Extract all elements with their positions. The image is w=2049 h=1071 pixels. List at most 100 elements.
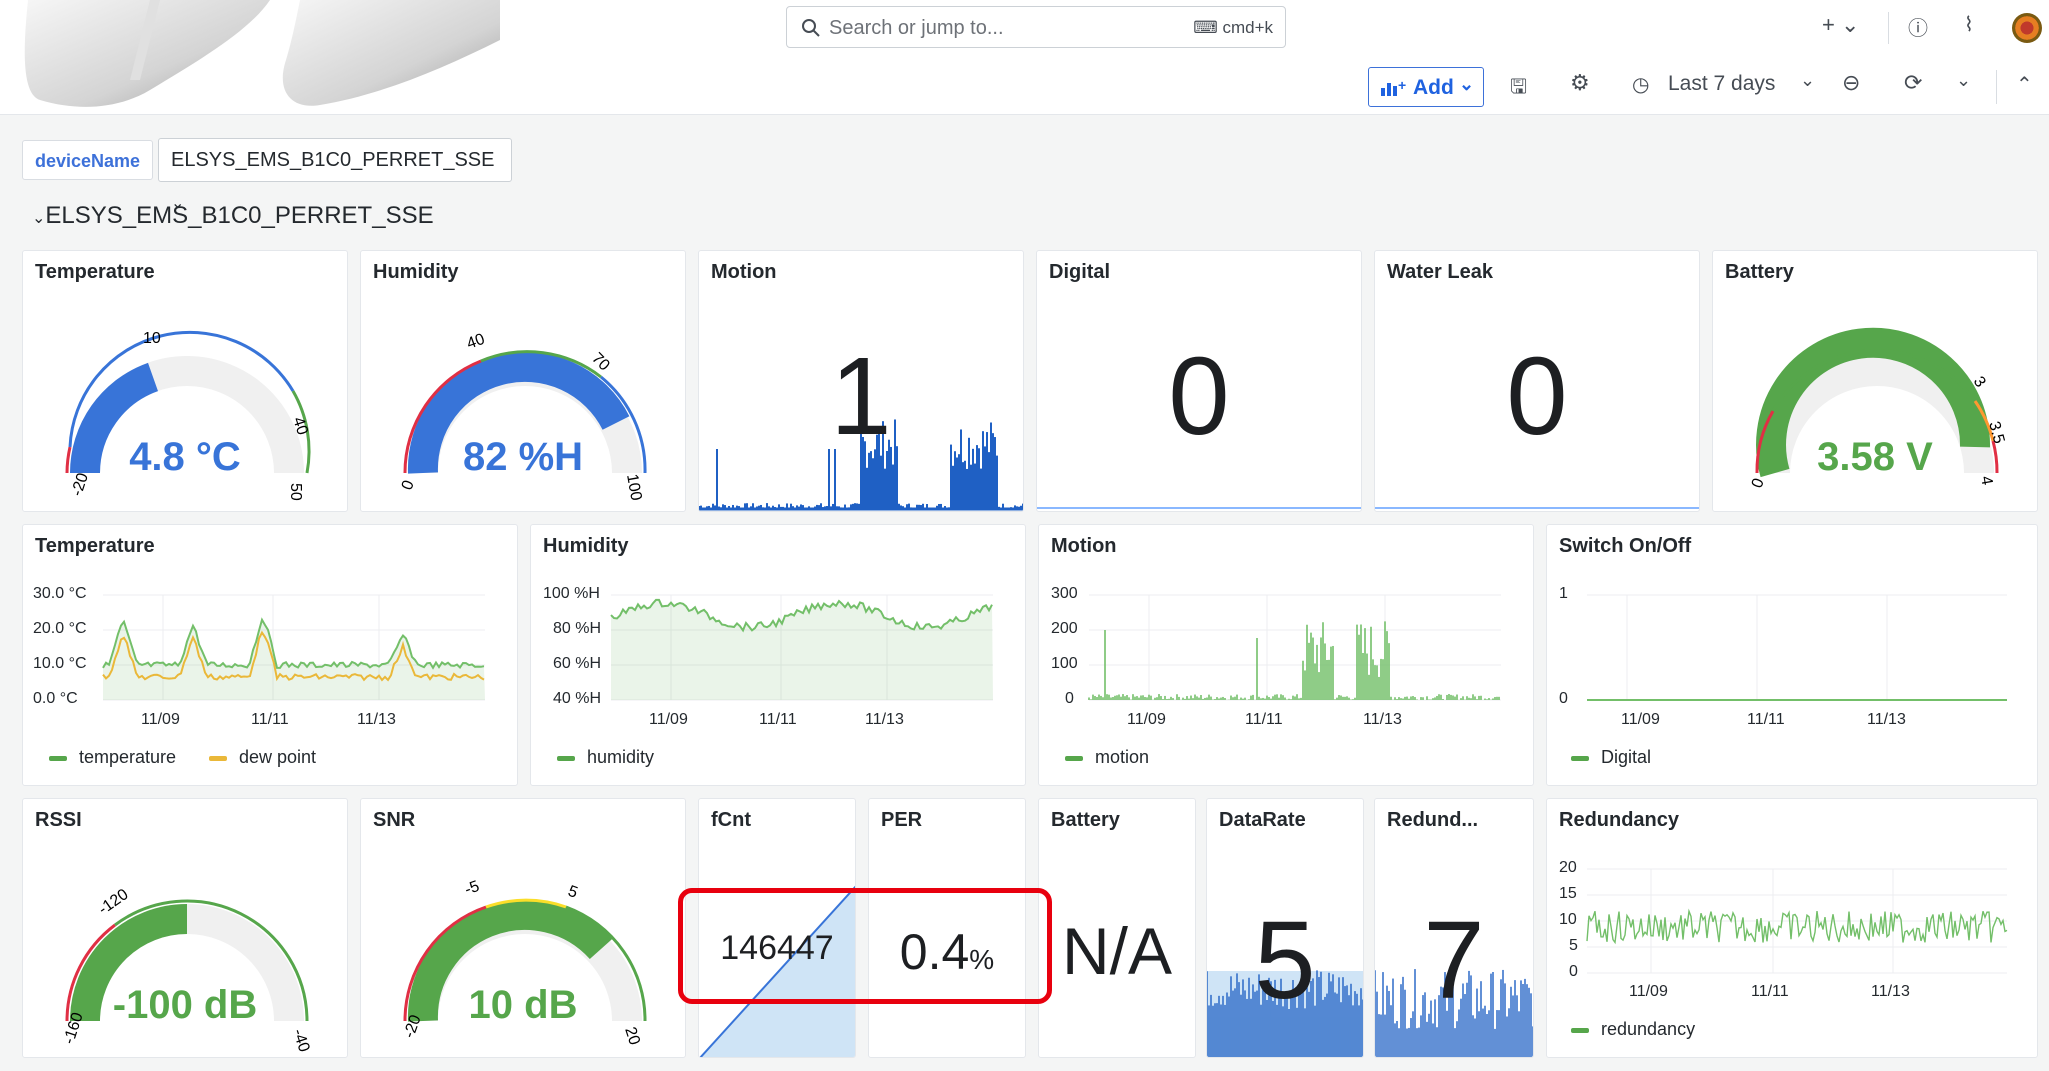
panel-title: Digital <box>1049 261 1111 283</box>
legend-item[interactable]: temperature <box>49 747 176 768</box>
panel-motion-stat[interactable]: Motion 1 <box>698 250 1024 512</box>
sparkline-baseline <box>1037 507 1361 509</box>
device-name-select[interactable]: ELSYS_EMS_B1C0_PERRET_SSE ⌄ <box>158 138 512 212</box>
panel-switch-timeseries[interactable]: Switch On/Off 1 0 11/09 11/11 11/13 Digi… <box>1546 524 2038 786</box>
clock-icon: ◷ <box>1632 74 1650 96</box>
x-tick: 11/13 <box>1363 711 1402 728</box>
variable-label: deviceName <box>22 140 154 180</box>
x-tick: 11/09 <box>1127 711 1166 728</box>
x-tick: 11/09 <box>649 711 688 728</box>
chevron-down-icon: ⌄ <box>1459 74 1475 94</box>
legend-swatch <box>1065 755 1083 761</box>
refresh-interval-chevron-icon[interactable]: ⌄ <box>1956 70 1971 91</box>
x-tick: 11/09 <box>1629 983 1668 1000</box>
chevron-down-icon[interactable]: ⌄ <box>1800 70 1815 91</box>
chevron-down-icon: ⌄ <box>32 210 46 227</box>
panel-temperature-timeseries[interactable]: Temperature 30.0 °C 20.0 °C 10.0 °C 0.0 … <box>22 524 518 786</box>
new-plus-icon[interactable]: + ⌄ <box>1822 12 1859 38</box>
search-box[interactable]: Search or jump to... ⌨ cmd+k <box>786 6 1286 48</box>
panel-snr-gauge[interactable]: SNR -20 -5 5 20 10 dB <box>360 798 686 1058</box>
stat-value: 0 <box>1506 335 1568 458</box>
time-range-picker[interactable]: Last 7 days <box>1668 72 1775 96</box>
add-panel-icon: + <box>1381 78 1406 96</box>
x-tick: 11/11 <box>759 711 797 728</box>
legend-item[interactable]: redundancy <box>1571 1019 1695 1040</box>
panel-battery-stat[interactable]: Battery N/A <box>1038 798 1196 1058</box>
x-tick: 11/09 <box>141 711 180 728</box>
gauge-tick: -5 <box>463 878 482 899</box>
panel-datarate-stat[interactable]: DataRate 5 <box>1206 798 1364 1058</box>
x-tick: 11/13 <box>1871 983 1910 1000</box>
save-icon[interactable]: 🖫 <box>1510 72 1527 106</box>
x-tick: 11/09 <box>1621 711 1660 728</box>
panel-redundancy-stat[interactable]: Redund... 7 <box>1374 798 1534 1058</box>
legend-label: temperature <box>79 747 177 767</box>
panel-title: Battery <box>1051 809 1120 831</box>
gauge-value: -100 dB <box>112 983 258 1027</box>
legend-item[interactable]: Digital <box>1571 747 1651 768</box>
add-label: Add <box>1413 76 1454 99</box>
sparkline-baseline <box>1375 507 1699 509</box>
gauge-value: 4.8 °C <box>129 435 241 479</box>
svg-text:+: + <box>1398 78 1406 93</box>
panel-temperature-gauge[interactable]: Temperature -20 10 40 50 4.8 °C <box>22 250 348 512</box>
legend-label: motion <box>1095 747 1150 767</box>
row-header[interactable]: ⌄ELSYS_EMS_B1C0_PERRET_SSE <box>32 202 434 230</box>
gauge-tick: -120 <box>96 886 132 918</box>
legend-swatch <box>209 755 227 761</box>
legend-label: Digital <box>1601 747 1652 767</box>
search-icon <box>802 19 820 37</box>
zoom-out-icon[interactable]: ⊖ <box>1842 70 1860 96</box>
stat-value: 1 <box>830 335 892 458</box>
annotation-highlight-box <box>678 888 1052 1004</box>
gauge-tick: -40 <box>289 1027 312 1054</box>
help-icon[interactable]: ⓘ <box>1908 12 1928 41</box>
gauge-tick: 10 <box>143 330 161 347</box>
panel-battery-gauge[interactable]: Battery 0 3 3.5 4 3.58 V <box>1712 250 2038 512</box>
refresh-icon[interactable]: ⟳ <box>1904 70 1922 96</box>
panel-redundancy-timeseries[interactable]: Redundancy 20 15 10 5 0 11/09 11/11 11/1… <box>1546 798 2038 1058</box>
x-tick: 11/11 <box>1747 711 1785 728</box>
x-tick: 11/13 <box>865 711 904 728</box>
add-button[interactable]: + Add ⌄ <box>1368 67 1484 107</box>
legend-item[interactable]: motion <box>1065 747 1149 768</box>
stat-value: 7 <box>1423 899 1485 1022</box>
gauge-value: 3.58 V <box>1817 435 1933 479</box>
news-rss-icon[interactable]: ⌇ <box>1964 12 1974 37</box>
legend-swatch <box>49 755 67 761</box>
panel-water-leak-stat[interactable]: Water Leak 0 <box>1374 250 1700 512</box>
gauge-value: 10 dB <box>468 983 578 1027</box>
panel-digital-stat[interactable]: Digital 0 <box>1036 250 1362 512</box>
panel-humidity-timeseries[interactable]: Humidity 100 %H 80 %H 60 %H 40 %H 11/09 … <box>530 524 1026 786</box>
settings-gear-icon[interactable]: ⚙ <box>1570 70 1590 96</box>
panel-rssi-gauge[interactable]: RSSI -160 -120 -40 -100 dB <box>22 798 348 1058</box>
stat-value: 5 <box>1254 899 1316 1022</box>
gauge-tick: 20 <box>621 1025 643 1047</box>
legend-swatch <box>1571 1027 1589 1033</box>
stat-value: N/A <box>1061 914 1173 988</box>
divider <box>1888 12 1889 44</box>
x-tick: 11/11 <box>1751 983 1789 1000</box>
gauge-value: 82 %H <box>462 435 584 479</box>
gauge-tick: 0 <box>399 478 418 492</box>
gauge-tick: 40 <box>465 331 488 353</box>
collapse-up-icon[interactable]: ⌃ <box>2016 72 2033 97</box>
divider <box>1996 70 1997 104</box>
panel-humidity-gauge[interactable]: Humidity 0 40 70 100 82 %H <box>360 250 686 512</box>
legend-item[interactable]: dew point <box>209 747 316 768</box>
x-tick: 11/13 <box>357 711 396 728</box>
gauge-tick: 5 <box>566 883 580 902</box>
panel-motion-timeseries[interactable]: Motion 300 200 100 0 11/09 11/11 11/13 m… <box>1038 524 1534 786</box>
legend-item[interactable]: humidity <box>557 747 654 768</box>
legend-swatch <box>557 755 575 761</box>
panel-title: Water Leak <box>1387 261 1493 283</box>
device-photo <box>0 0 500 114</box>
shortcut-hint: ⌨ cmd+k <box>1193 18 1273 37</box>
x-tick: 11/13 <box>1867 711 1906 728</box>
panel-title: PER <box>881 809 923 831</box>
x-tick: 11/11 <box>251 711 289 728</box>
search-placeholder: Search or jump to... <box>829 17 1004 39</box>
shortcut-text: cmd+k <box>1222 18 1273 37</box>
avatar[interactable] <box>2012 13 2042 43</box>
stat-value: 0 <box>1168 335 1230 458</box>
